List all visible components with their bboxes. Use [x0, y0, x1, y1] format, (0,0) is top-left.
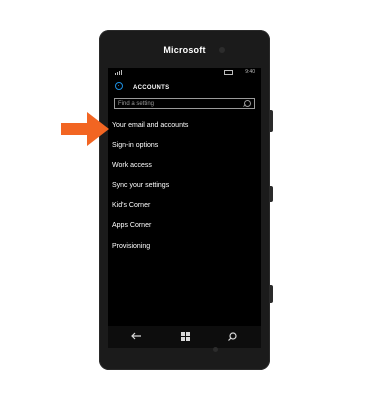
brand-logo: Microsoft	[163, 45, 206, 55]
menu-item-apps-corner[interactable]: Apps Corner	[112, 222, 151, 229]
menu-item-provisioning[interactable]: Provisioning	[112, 243, 150, 250]
search-box[interactable]: Find a setting	[114, 98, 255, 109]
search-nav-icon[interactable]	[225, 332, 239, 342]
nav-bar	[108, 326, 261, 348]
windows-start-icon[interactable]	[178, 332, 192, 342]
settings-gear-icon	[115, 82, 123, 90]
camera-button	[270, 285, 273, 303]
menu-item-sign-in-options[interactable]: Sign-in options	[112, 142, 158, 149]
volume-button	[270, 110, 273, 132]
status-bar: 9:40	[108, 68, 261, 77]
battery-icon	[224, 70, 233, 75]
menu-item-kids-corner[interactable]: Kid's Corner	[112, 202, 150, 209]
menu-item-sync-settings[interactable]: Sync your settings	[112, 182, 169, 189]
page-title: ACCOUNTS	[133, 85, 170, 91]
back-icon[interactable]	[129, 332, 143, 342]
status-time: 9:40	[245, 69, 255, 75]
power-button	[270, 186, 273, 202]
highlight-arrow-icon	[61, 112, 109, 151]
signal-icon	[115, 70, 124, 77]
bottom-sensor	[213, 347, 218, 352]
search-placeholder: Find a setting	[118, 100, 155, 107]
menu-item-work-access[interactable]: Work access	[112, 162, 152, 169]
menu-item-email-accounts[interactable]: Your email and accounts	[112, 122, 188, 129]
phone-screen: 9:40 ACCOUNTS Find a setting Your email …	[108, 68, 261, 348]
search-icon[interactable]	[244, 100, 251, 107]
phone-frame: Microsoft 9:40 ACCOUNTS Find a setting Y…	[99, 30, 270, 370]
front-camera	[219, 47, 225, 53]
